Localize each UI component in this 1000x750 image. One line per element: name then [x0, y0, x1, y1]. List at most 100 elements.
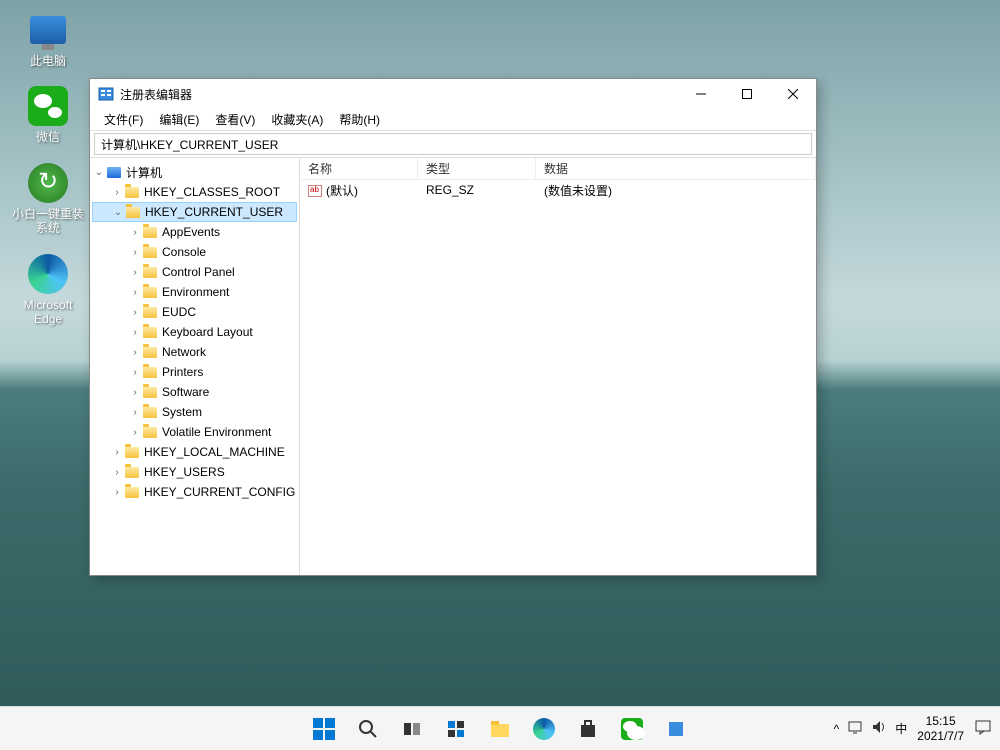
tree-expander-icon[interactable]: › [128, 307, 142, 318]
tree-expander-icon[interactable]: › [128, 367, 142, 378]
tree-expander-icon[interactable]: › [110, 187, 124, 198]
tree-node[interactable]: › Network [92, 342, 297, 362]
folder-icon [142, 425, 158, 439]
tree-panel[interactable]: ⌄计算机 › HKEY_CLASSES_ROOT ⌄ HKEY_CURRENT_USER… [90, 158, 300, 575]
tree-expander-icon[interactable]: › [128, 407, 142, 418]
tree-node[interactable]: ⌄计算机 [92, 162, 297, 182]
taskbar-store-button[interactable] [568, 709, 608, 749]
cell-type: REG_SZ [418, 183, 536, 197]
tree-node-label: Keyboard Layout [162, 325, 253, 339]
desktop-icon-this-pc[interactable]: 此电脑 [10, 10, 86, 68]
folder-icon [124, 465, 140, 479]
tree-node[interactable]: ⌄ HKEY_CURRENT_USER [92, 202, 297, 222]
taskbar: ^ 中 15:15 2021/7/7 [0, 706, 1000, 750]
menu-item[interactable]: 编辑(E) [151, 109, 207, 130]
folder-icon [142, 265, 158, 279]
desktop: 此电脑微信小白一键重装系统 MicrosoftEdge 注册表编辑器 文件(F)编… [0, 0, 1000, 750]
tree-node[interactable]: ›Control Panel [92, 262, 297, 282]
close-button[interactable] [770, 79, 816, 109]
tree-node-label: AppEvents [162, 225, 220, 239]
tree-expander-icon[interactable]: › [128, 347, 142, 358]
taskbar-app-button[interactable] [656, 709, 696, 749]
tree-node-label: Volatile Environment [162, 425, 271, 439]
tree-node[interactable]: ›Printers [92, 362, 297, 382]
tree-node[interactable]: › Software [92, 382, 297, 402]
list-row[interactable]: (默认)REG_SZ(数值未设置) [300, 180, 816, 200]
menu-item[interactable]: 收藏夹(A) [263, 109, 331, 130]
taskbar-widgets-button[interactable] [436, 709, 476, 749]
taskbar-start-button[interactable] [304, 709, 344, 749]
minimize-button[interactable] [678, 79, 724, 109]
menu-item[interactable]: 帮助(H) [331, 109, 388, 130]
folder-icon [142, 405, 158, 419]
volume-icon[interactable] [871, 719, 887, 738]
wechat-icon [620, 717, 644, 741]
col-header-name[interactable]: 名称 [300, 158, 418, 179]
address-text: 计算机\HKEY_CURRENT_USER [101, 136, 278, 153]
tree-expander-icon[interactable]: ⌄ [111, 207, 125, 218]
tree-node-label: System [162, 405, 202, 419]
folder-icon [142, 305, 158, 319]
menu-item[interactable]: 文件(F) [96, 109, 151, 130]
tree-node[interactable]: ›HKEY_USERS [92, 462, 297, 482]
tree-node-label: Software [162, 385, 209, 399]
ime-indicator[interactable]: 中 [895, 720, 907, 737]
search-icon [356, 717, 380, 741]
tree-expander-icon[interactable]: › [128, 247, 142, 258]
start-icon [312, 717, 336, 741]
tree-node[interactable]: › System [92, 402, 297, 422]
tree-expander-icon[interactable]: › [128, 387, 142, 398]
tree-node[interactable]: › Volatile Environment [92, 422, 297, 442]
desktop-icon-edge[interactable]: MicrosoftEdge [10, 254, 86, 327]
menubar: 文件(F)编辑(E)查看(V)收藏夹(A)帮助(H) [90, 109, 816, 131]
taskbar-search-button[interactable] [348, 709, 388, 749]
tree-node-label: Network [162, 345, 206, 359]
tree-expander-icon[interactable]: ⌄ [92, 167, 106, 178]
system-tray: ^ 中 15:15 2021/7/7 [834, 714, 992, 744]
tree-node-label: HKEY_CURRENT_USER [145, 205, 283, 219]
taskbar-wechat-button[interactable] [612, 709, 652, 749]
notifications-icon[interactable] [974, 718, 992, 739]
tree-node[interactable]: ›Environment [92, 282, 297, 302]
tree-node[interactable]: › HKEY_CLASSES_ROOT [92, 182, 297, 202]
list-panel[interactable]: 名称 类型 数据 (默认)REG_SZ(数值未设置) [300, 158, 816, 575]
tree-expander-icon[interactable]: › [128, 287, 142, 298]
tree-node-label: HKEY_CLASSES_ROOT [144, 185, 280, 199]
tree-expander-icon[interactable]: › [128, 267, 142, 278]
wechat-icon [28, 86, 68, 126]
tray-chevron-icon[interactable]: ^ [834, 722, 840, 736]
network-icon[interactable] [847, 719, 863, 738]
address-bar[interactable]: 计算机\HKEY_CURRENT_USER [94, 133, 812, 155]
taskbar-edge-button[interactable] [524, 709, 564, 749]
clock[interactable]: 15:15 2021/7/7 [917, 714, 964, 744]
widgets-icon [444, 717, 468, 741]
tree-node[interactable]: › Console [92, 242, 297, 262]
tree-node[interactable]: ›HKEY_CURRENT_CONFIG [92, 482, 297, 502]
list-header: 名称 类型 数据 [300, 158, 816, 180]
tree-node[interactable]: ›EUDC [92, 302, 297, 322]
tree-expander-icon[interactable]: › [110, 447, 124, 458]
tree-node[interactable]: › Keyboard Layout [92, 322, 297, 342]
desktop-icon-wechat[interactable]: 微信 [10, 86, 86, 144]
titlebar[interactable]: 注册表编辑器 [90, 79, 816, 109]
folder-icon [142, 385, 158, 399]
tree-expander-icon[interactable]: › [128, 227, 142, 238]
tree-node[interactable]: ›HKEY_LOCAL_MACHINE [92, 442, 297, 462]
menu-item[interactable]: 查看(V) [207, 109, 263, 130]
tree-expander-icon[interactable]: › [128, 327, 142, 338]
tree-expander-icon[interactable]: › [110, 487, 124, 498]
desktop-icon-reinstall[interactable]: 小白一键重装系统 [10, 163, 86, 236]
folder-icon [142, 285, 158, 299]
tree-node[interactable]: › AppEvents [92, 222, 297, 242]
taskbar-taskview-button[interactable] [392, 709, 432, 749]
taskbar-explorer-button[interactable] [480, 709, 520, 749]
cell-data: (数值未设置) [536, 182, 816, 199]
col-header-data[interactable]: 数据 [536, 158, 816, 179]
tree-expander-icon[interactable]: › [110, 467, 124, 478]
maximize-button[interactable] [724, 79, 770, 109]
tree-node-label: Console [162, 245, 206, 259]
folder-icon [124, 185, 140, 199]
tree-expander-icon[interactable]: › [128, 427, 142, 438]
cell-name: (默认) [300, 182, 418, 199]
col-header-type[interactable]: 类型 [418, 158, 536, 179]
